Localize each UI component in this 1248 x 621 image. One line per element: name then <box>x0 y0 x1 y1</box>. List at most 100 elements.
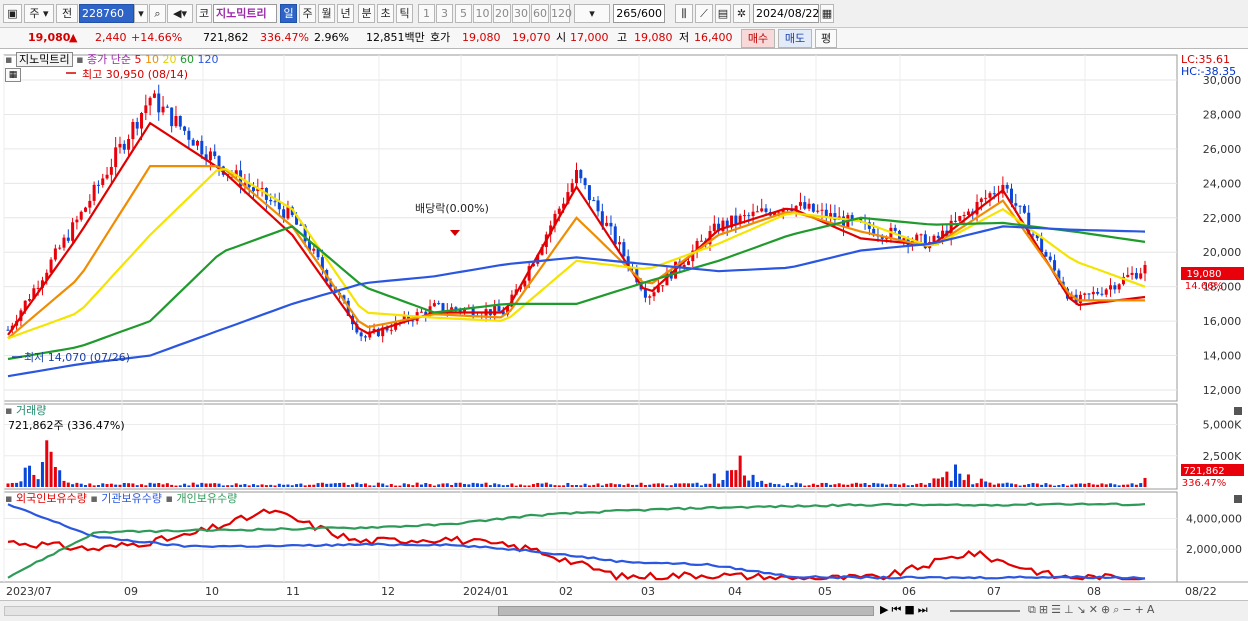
candle-body <box>58 247 62 249</box>
plus-icon[interactable]: + <box>1135 603 1147 616</box>
period-button-0[interactable]: 일 <box>280 4 297 23</box>
period-button-1[interactable]: 주 <box>299 4 316 23</box>
volume-bar <box>527 485 531 487</box>
interval-button-2[interactable]: 5 <box>455 4 472 23</box>
candle-body <box>109 166 113 175</box>
ruler-icon[interactable]: ⊥ <box>1064 603 1077 616</box>
zoom-icon[interactable]: ⌕ <box>1113 603 1122 616</box>
range-field[interactable]: 265/600 <box>613 4 665 23</box>
candle-body <box>1113 285 1117 290</box>
interval-button-4[interactable]: 20 <box>493 4 511 23</box>
legend-individual[interactable]: 개인보유수량 <box>176 492 237 505</box>
volume-bar <box>165 483 169 487</box>
layout-icon[interactable]: ⊞ <box>1039 603 1051 616</box>
candle-body <box>152 93 156 98</box>
save-icon[interactable]: ▤ <box>715 4 731 23</box>
volume-bar <box>682 483 686 487</box>
stock-code-input[interactable]: 228760 <box>79 4 134 23</box>
speaker-icon[interactable]: ◀▾ <box>167 4 193 23</box>
forward-icon[interactable]: ⏭ <box>918 603 931 616</box>
volume-bar <box>979 478 983 487</box>
volume-bar <box>975 483 979 487</box>
interval-button-7[interactable]: 120 <box>550 4 572 23</box>
volume-bar <box>587 485 591 487</box>
candle-body <box>820 209 824 211</box>
candle-body <box>747 215 751 217</box>
calendar-icon[interactable]: ▦ <box>820 4 834 23</box>
volume-bar <box>118 484 122 487</box>
period-button-5[interactable]: 초 <box>377 4 394 23</box>
period-button-4[interactable]: 분 <box>358 4 375 23</box>
buy-button[interactable]: 매수 <box>741 29 775 48</box>
market-select-b[interactable]: 전 <box>56 4 78 23</box>
interval-button-6[interactable]: 60 <box>531 4 549 23</box>
copy-icon[interactable]: ⧉ <box>1028 603 1039 616</box>
market-select-a[interactable]: 주 ▾ <box>24 4 54 23</box>
candle-body <box>652 292 656 297</box>
interval-button-5[interactable]: 30 <box>512 4 530 23</box>
stock-name-field[interactable]: 지노믹트리 <box>213 4 277 23</box>
candle-body <box>441 303 445 311</box>
drawing-tools: ⧉⊞☰⊥↘✕⊕⌕−+A <box>1028 603 1157 617</box>
high-price: 19,080 <box>634 31 673 44</box>
volume-bar <box>1121 484 1125 487</box>
zoom-slider[interactable] <box>950 610 1020 612</box>
code-dropdown-icon[interactable]: ▾ <box>134 4 148 23</box>
volume-bar <box>773 484 777 487</box>
sell-button[interactable]: 매도 <box>778 29 812 48</box>
text-icon[interactable]: A <box>1147 603 1158 616</box>
last-pct-tag: 14.66% <box>1185 281 1223 292</box>
volume-title[interactable]: 거래량 <box>16 404 46 417</box>
chart-type-icon[interactable]: ⫼ <box>675 4 693 23</box>
grid-icon[interactable]: ▦ <box>5 68 21 82</box>
candle-body <box>592 200 596 202</box>
candle-body <box>213 151 217 157</box>
volume-panel-header: ▪ 거래량 <box>5 404 46 417</box>
code-button[interactable]: 코 <box>196 4 212 23</box>
chart-svg[interactable]: 30,00028,00026,00024,00022,00020,00018,0… <box>0 50 1248 600</box>
candle-body <box>88 200 92 208</box>
last-price-tag: 19,080 <box>1187 269 1222 280</box>
scroll-thumb[interactable] <box>498 606 874 616</box>
interval-button-1[interactable]: 3 <box>436 4 453 23</box>
period-button-2[interactable]: 월 <box>318 4 335 23</box>
search-icon[interactable]: ⌕ <box>149 4 166 23</box>
eval-button[interactable]: 평 <box>815 29 837 48</box>
volume-bar <box>583 483 587 487</box>
x-tick-label: 05 <box>818 585 832 598</box>
period-button-6[interactable]: 틱 <box>396 4 413 23</box>
date-field[interactable]: 2024/08/22 <box>753 4 819 23</box>
high-label: 고 <box>617 31 628 44</box>
stock-label[interactable]: 지노믹트리 <box>15 52 73 67</box>
volume-bar <box>109 483 113 487</box>
window-icon[interactable]: ▣ <box>3 4 22 23</box>
minus-icon[interactable]: − <box>1122 603 1134 616</box>
custom-interval-select[interactable]: ▾ <box>574 4 610 23</box>
volume-bar <box>777 484 781 487</box>
fib-icon[interactable]: ⊕ <box>1101 603 1113 616</box>
period-button-3[interactable]: 년 <box>337 4 354 23</box>
volume-bar <box>898 484 902 487</box>
cross-icon[interactable]: ✕ <box>1089 603 1101 616</box>
stop-icon[interactable]: ■ <box>904 603 917 616</box>
x-tick-label: 06 <box>902 585 916 598</box>
interval-button-3[interactable]: 10 <box>473 4 492 23</box>
ma-label[interactable]: 종가 단순 <box>87 53 131 66</box>
legend-foreign[interactable]: 외국인보유수량 <box>16 492 87 505</box>
candle-body <box>764 208 768 212</box>
volume-bar <box>79 483 83 487</box>
volume-bar <box>811 483 815 487</box>
volume-bar <box>570 485 574 487</box>
draw-line-icon[interactable]: ⟋ <box>695 4 713 23</box>
line-icon[interactable]: ↘ <box>1077 603 1089 616</box>
rewind-icon[interactable]: ⏮ <box>891 603 904 616</box>
candle-body <box>62 237 66 248</box>
volume-bar <box>493 483 497 487</box>
interval-button-0[interactable]: 1 <box>418 4 435 23</box>
list-icon[interactable]: ☰ <box>1051 603 1064 616</box>
next-icon[interactable]: ▶ <box>880 603 891 616</box>
legend-institution[interactable]: 기관보유수량 <box>101 492 162 505</box>
volume-bar <box>445 483 449 487</box>
volume-bar <box>686 483 690 487</box>
gear-icon[interactable]: ✲ <box>733 4 750 23</box>
